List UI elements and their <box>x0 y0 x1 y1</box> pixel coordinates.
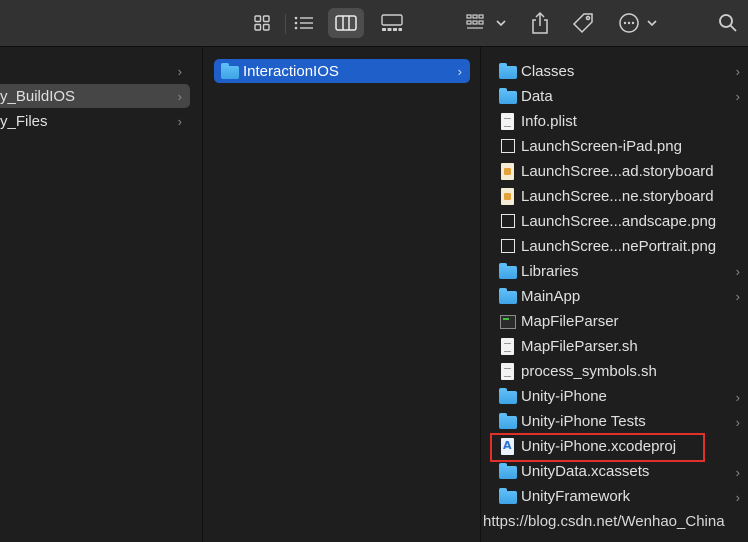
share-button[interactable] <box>528 10 552 36</box>
chevron-right-icon: › <box>177 114 182 129</box>
list-item[interactable]: LaunchScree...ne.storyboard <box>499 184 748 208</box>
list-item[interactable]: Data › <box>499 84 748 108</box>
list-item[interactable]: Info.plist <box>499 109 748 133</box>
search-icon <box>719 14 737 32</box>
list-item-label: LaunchScreen-iPad.png <box>521 137 682 155</box>
list-item-label: Unity-iPhone Tests <box>521 413 646 431</box>
column-parent: › y_BuildIOS › y_Files › <box>0 47 202 542</box>
chevron-right-icon: › <box>735 264 740 280</box>
storyboard-icon <box>501 187 514 205</box>
gallery-icon <box>381 14 403 31</box>
ellipsis-circle-icon <box>619 13 657 33</box>
list-item-label: InteractionIOS <box>243 62 339 80</box>
list-item[interactable]: › <box>0 59 190 83</box>
gallery-view-button[interactable] <box>374 8 410 38</box>
list-item[interactable]: UnityFramework › <box>499 485 748 509</box>
folder-icon <box>499 388 517 405</box>
chevron-right-icon: › <box>735 464 740 480</box>
more-actions-button[interactable] <box>618 12 660 34</box>
list-item-label: LaunchScree...ad.storyboard <box>521 162 714 180</box>
watermark: https://blog.csdn.net/Wenhao_China <box>483 513 725 530</box>
list-item-label: LaunchScree...andscape.png <box>521 212 717 230</box>
search-button[interactable] <box>716 11 740 35</box>
group-by-button[interactable] <box>464 12 508 34</box>
folder-icon <box>499 87 517 104</box>
chevron-right-icon: › <box>735 389 740 405</box>
list-item-label: UnityFramework <box>521 488 631 506</box>
list-item-label: Info.plist <box>521 112 577 130</box>
folder-icon <box>499 463 517 480</box>
highlight-box <box>490 433 705 462</box>
list-item[interactable]: MainApp › <box>499 284 748 308</box>
list-item[interactable]: Libraries › <box>499 259 748 283</box>
list-item-label: Libraries <box>521 262 579 280</box>
document-icon <box>501 338 514 356</box>
columns-icon <box>335 15 357 31</box>
executable-icon <box>500 314 516 329</box>
chevron-right-icon: › <box>735 489 740 505</box>
storyboard-icon <box>501 162 514 180</box>
list-item-interactionios[interactable]: InteractionIOS › <box>214 59 470 83</box>
list-item-buildios[interactable]: y_BuildIOS › <box>0 84 190 108</box>
document-icon <box>501 112 514 130</box>
list-item-label: y_Files <box>0 112 48 130</box>
list-item-label: process_symbols.sh <box>521 363 657 381</box>
image-file-icon <box>501 214 515 229</box>
list-item[interactable]: LaunchScree...andscape.png <box>499 209 748 233</box>
chevron-right-icon: › <box>735 289 740 305</box>
folder-icon <box>499 488 517 505</box>
finder-toolbar <box>0 0 748 47</box>
list-item-label: MainApp <box>521 287 581 305</box>
chevron-right-icon: › <box>457 64 462 79</box>
chevron-right-icon: › <box>735 64 740 79</box>
folder-icon <box>221 62 239 79</box>
icon-view-button[interactable] <box>244 8 280 38</box>
column-buildios: InteractionIOS › <box>203 47 480 542</box>
list-item-label: y_BuildIOS <box>0 87 76 105</box>
folder-icon <box>499 62 517 79</box>
list-icon <box>294 16 313 30</box>
tag-icon <box>572 13 593 34</box>
folder-icon <box>499 287 517 304</box>
list-item[interactable]: LaunchScreen-iPad.png <box>499 134 748 158</box>
list-item-label: LaunchScree...ne.storyboard <box>521 187 714 205</box>
list-item[interactable]: UnityData.xcassets › <box>499 460 748 484</box>
folder-icon <box>499 413 517 430</box>
column-view-button[interactable] <box>328 8 364 38</box>
list-item-label: MapFileParser <box>521 313 619 330</box>
image-file-icon <box>501 239 515 254</box>
list-item[interactable]: LaunchScree...ad.storyboard <box>499 159 748 183</box>
chevron-right-icon: › <box>177 64 182 79</box>
chevron-right-icon: › <box>735 414 740 430</box>
list-item-label: LaunchScree...nePortrait.png <box>521 237 717 255</box>
folder-icon <box>499 262 517 279</box>
chevron-right-icon: › <box>735 89 740 105</box>
list-item[interactable]: MapFileParser <box>499 310 748 334</box>
list-item-label: Unity-iPhone <box>521 388 607 406</box>
list-item-label: Classes <box>521 62 575 80</box>
list-item[interactable]: Unity-iPhone Tests › <box>499 410 748 434</box>
list-item-files[interactable]: y_Files › <box>0 109 190 133</box>
list-item-label: MapFileParser.sh <box>521 338 638 356</box>
list-item[interactable]: Unity-iPhone › <box>499 385 748 409</box>
list-item[interactable]: Classes › <box>499 59 748 83</box>
column-interactionios: Classes › Data › Info.plist LaunchScreen-iPad… <box>481 47 748 542</box>
list-view-button[interactable] <box>286 8 322 38</box>
group-icon <box>466 14 506 29</box>
view-switcher <box>244 8 412 38</box>
list-item[interactable]: LaunchScree...nePortrait.png <box>499 234 748 258</box>
share-icon <box>532 11 548 34</box>
list-item[interactable]: process_symbols.sh <box>499 360 748 384</box>
image-file-icon <box>501 139 515 154</box>
grid-icon <box>254 15 270 31</box>
list-item-label: Data <box>521 87 553 105</box>
list-item[interactable]: MapFileParser.sh <box>499 335 748 359</box>
chevron-right-icon: › <box>177 89 182 104</box>
tags-button[interactable] <box>570 10 596 36</box>
list-item-label: UnityData.xcassets <box>521 463 650 481</box>
document-icon <box>501 363 514 381</box>
